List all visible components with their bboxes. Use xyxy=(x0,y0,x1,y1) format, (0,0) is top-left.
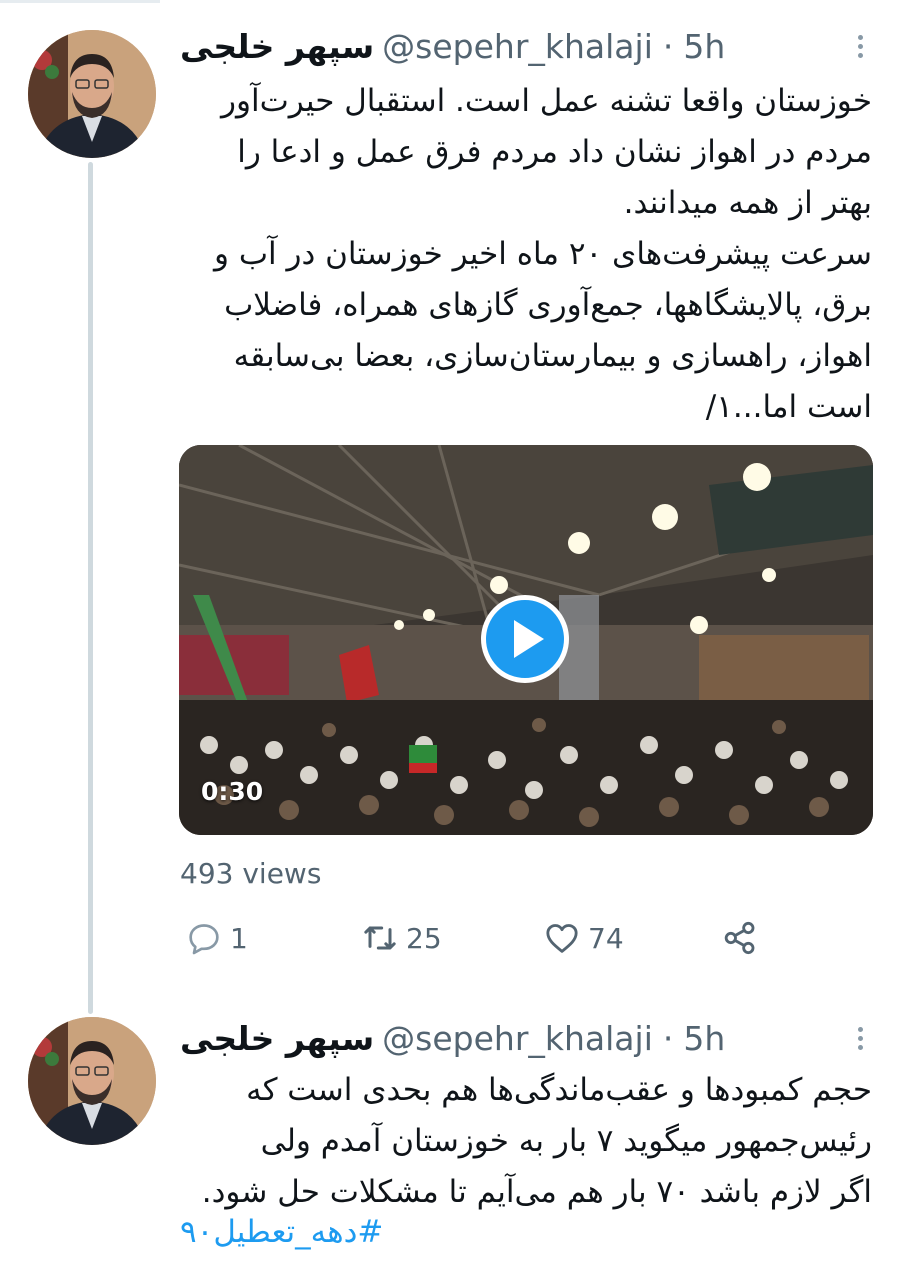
view-count: 493 views xyxy=(180,857,322,890)
top-divider xyxy=(0,0,160,3)
like-icon xyxy=(546,924,578,953)
retweet-icon xyxy=(364,926,396,950)
play-icon xyxy=(514,620,544,658)
reply-count: 1 xyxy=(230,921,248,955)
play-button[interactable] xyxy=(481,595,569,683)
tweet-actions: 1 25 74 xyxy=(180,918,780,968)
reply-icon xyxy=(189,924,219,955)
author-name[interactable]: سپهر خلجی xyxy=(180,1019,374,1058)
more-icon[interactable] xyxy=(858,34,871,58)
avatar[interactable] xyxy=(28,1017,156,1145)
video-duration: 0:30 xyxy=(201,777,264,806)
separator-dot: · xyxy=(662,26,674,66)
avatar[interactable] xyxy=(28,30,156,158)
tweet-text: حجم کمبودها و عقب‌ماندگی‌ها هم بحدی است … xyxy=(201,1072,872,1210)
author-name[interactable]: سپهر خلجی xyxy=(180,27,374,66)
tweet-header: سپهر خلجی @sepehr_khalaji · 5h xyxy=(180,24,871,68)
separator-dot: · xyxy=(662,1018,674,1058)
video-player[interactable]: 0:30 xyxy=(179,445,873,835)
timestamp[interactable]: 5h xyxy=(683,1019,725,1058)
author-handle[interactable]: @sepehr_khalaji xyxy=(382,27,653,66)
timestamp[interactable]: 5h xyxy=(683,27,725,66)
reply-button[interactable]: 1 xyxy=(184,918,248,958)
like-count: 74 xyxy=(588,921,624,955)
hashtag-link[interactable]: #دهه_تعطیل۹۰ xyxy=(180,1214,383,1250)
tweet-text: خوزستان واقعا تشنه عمل است. استقبال حیرت… xyxy=(214,83,872,425)
tweet-header: سپهر خلجی @sepehr_khalaji · 5h xyxy=(180,1016,871,1060)
like-button[interactable]: 74 xyxy=(542,918,624,958)
author-handle[interactable]: @sepehr_khalaji xyxy=(382,1019,653,1058)
more-icon[interactable] xyxy=(858,1026,871,1050)
share-icon xyxy=(724,921,755,955)
retweet-count: 25 xyxy=(406,921,442,955)
retweet-button[interactable]: 25 xyxy=(360,918,442,958)
share-button[interactable] xyxy=(720,918,760,958)
thread-connector-line xyxy=(88,162,93,1014)
